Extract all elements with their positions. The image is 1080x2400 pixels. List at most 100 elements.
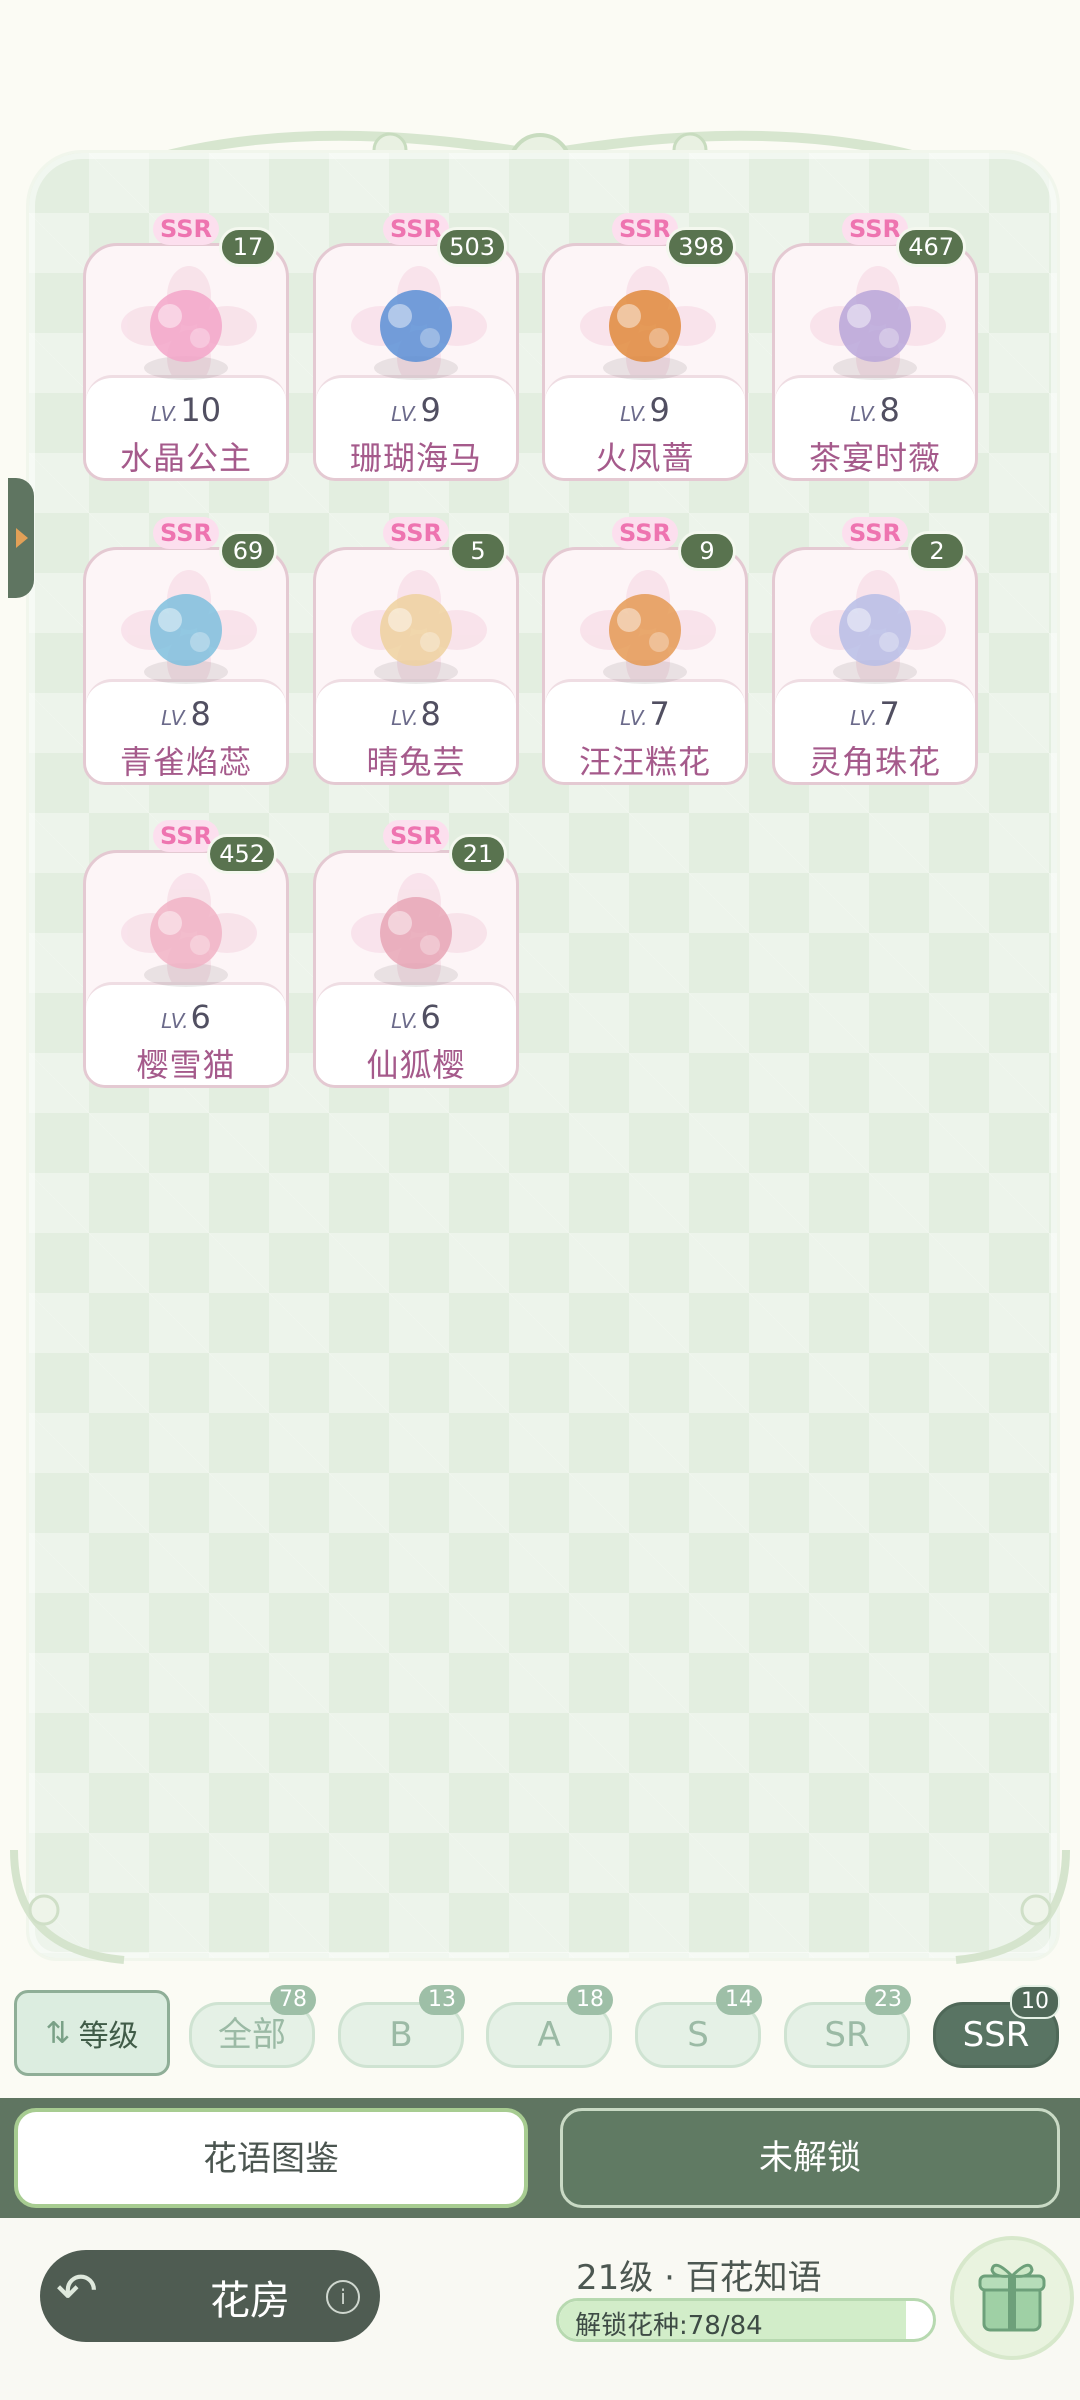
flower-card[interactable]: SSR 21 LV.6 仙狐樱: [313, 820, 519, 1090]
flower-artwork-icon: [144, 290, 228, 380]
level-prefix: LV.: [161, 1009, 189, 1033]
flower-artwork-icon: [144, 594, 228, 684]
level-label: LV.8: [772, 391, 978, 429]
level-prefix: LV.: [850, 402, 878, 426]
footer: ↶ 花房 i 21级 · 百花知语 解锁花种:78/84: [0, 2218, 1080, 2400]
info-icon[interactable]: i: [326, 2280, 360, 2314]
flower-artwork-icon: [374, 290, 458, 380]
level-prefix: LV.: [850, 706, 878, 730]
level-label: LV.7: [772, 695, 978, 733]
home-label: 花房: [210, 2278, 290, 2324]
flower-card[interactable]: SSR 9 LV.7 汪汪糕花: [542, 517, 748, 787]
home-button[interactable]: ↶ 花房 i: [40, 2250, 380, 2342]
rarity-badge: SSR: [383, 517, 449, 549]
level-prefix: LV.: [620, 402, 648, 426]
gift-box-button[interactable]: [950, 2236, 1074, 2360]
quantity-badge: 17: [219, 227, 277, 267]
filter-count-badge: 13: [419, 1985, 465, 2015]
rarity-badge: SSR: [842, 517, 908, 549]
filter-count-badge: 10: [1010, 1985, 1060, 2019]
quantity-badge: 2: [908, 531, 966, 571]
flower-card[interactable]: SSR 503 LV.9 珊瑚海马: [313, 213, 519, 483]
filter-label: B: [389, 2015, 413, 2055]
level-value: 8: [190, 695, 211, 733]
flower-artwork-icon: [833, 290, 917, 380]
tab-flower-encyclopedia[interactable]: 花语图鉴: [14, 2108, 528, 2208]
filter-pill[interactable]: 全部 78: [189, 1985, 316, 2068]
filter-pill[interactable]: B 13: [338, 1985, 465, 2068]
level-prefix: LV.: [161, 706, 189, 730]
flower-name: 晴兔芸: [366, 743, 466, 781]
filter-count-badge: 23: [865, 1985, 911, 2015]
flower-card[interactable]: SSR 5 LV.8 晴兔芸: [313, 517, 519, 787]
filter-pill[interactable]: S 14: [635, 1985, 762, 2068]
bottom-tab-bar: 花语图鉴 未解锁: [0, 2098, 1080, 2218]
rarity-badge: SSR: [153, 517, 219, 549]
quantity-badge: 9: [678, 531, 736, 571]
flower-card[interactable]: SSR 17 LV.10 水晶公主: [83, 213, 289, 483]
gift-icon: [978, 2263, 1046, 2332]
flower-name: 樱雪猫: [136, 1046, 236, 1084]
tab-locked[interactable]: 未解锁: [560, 2108, 1060, 2208]
sort-by-level-button[interactable]: ⇅ 等级: [14, 1990, 170, 2076]
quantity-badge: 503: [437, 227, 507, 267]
level-value: 7: [879, 695, 900, 733]
filter-label: SSR: [962, 2015, 1030, 2055]
progress-text: 解锁花种:78/84: [575, 2311, 763, 2341]
side-drawer-handle[interactable]: [8, 478, 34, 598]
level-prefix: LV.: [391, 1009, 419, 1033]
flower-name: 青雀焰蕊: [119, 743, 252, 781]
flower-card[interactable]: SSR 2 LV.7 灵角珠花: [772, 517, 978, 787]
filter-bar: ⇅ 等级 全部 78 B 13 A 18 S 14 SR 23 SSR 10: [0, 1980, 1080, 2080]
filter-count-badge: 14: [716, 1985, 762, 2015]
rarity-badge: SSR: [383, 820, 449, 852]
filter-pill[interactable]: SR 23: [784, 1985, 911, 2068]
level-label: LV.7: [542, 695, 748, 733]
level-value: 7: [649, 695, 670, 733]
corner-vine-decoration: [955, 1849, 1070, 1964]
level-value: 9: [420, 391, 441, 429]
flower-card[interactable]: SSR 452 LV.6 樱雪猫: [83, 820, 289, 1090]
level-label: LV.9: [313, 391, 519, 429]
flower-artwork-icon: [833, 594, 917, 684]
flower-name: 水晶公主: [119, 439, 252, 477]
rarity-badge: SSR: [612, 517, 678, 549]
level-value: 9: [649, 391, 670, 429]
level-value: 6: [190, 998, 211, 1036]
quantity-badge: 398: [666, 227, 736, 267]
flower-name: 汪汪糕花: [578, 743, 711, 781]
back-arrow-icon[interactable]: ↶: [56, 2262, 98, 2320]
quantity-badge: 467: [896, 227, 966, 267]
quantity-badge: 21: [449, 834, 507, 874]
level-title: 21级 · 百花知语: [576, 2258, 822, 2298]
flower-card[interactable]: SSR 467 LV.8 茶宴时薇: [772, 213, 978, 483]
flower-name: 仙狐樱: [366, 1046, 466, 1084]
filter-label: S: [687, 2015, 709, 2055]
flower-artwork-icon: [374, 897, 458, 987]
unlock-progress-bar: 解锁花种:78/84: [556, 2298, 936, 2342]
filter-pill[interactable]: A 18: [486, 1985, 613, 2068]
flower-card[interactable]: SSR 69 LV.8 青雀焰蕊: [83, 517, 289, 787]
level-prefix: LV.: [391, 706, 419, 730]
level-prefix: LV.: [391, 402, 419, 426]
filter-count-badge: 18: [567, 1985, 613, 2015]
level-label: LV.10: [83, 391, 289, 429]
level-value: 8: [879, 391, 900, 429]
quantity-badge: 69: [219, 531, 277, 571]
level-prefix: LV.: [620, 706, 648, 730]
rarity-badge: SSR: [153, 213, 219, 245]
level-value: 8: [420, 695, 441, 733]
filter-pill[interactable]: SSR 10: [933, 1985, 1060, 2068]
flower-artwork-icon: [603, 594, 687, 684]
flower-artwork-icon: [603, 290, 687, 380]
flower-name: 灵角珠花: [808, 743, 941, 781]
level-label: LV.8: [313, 695, 519, 733]
corner-vine-decoration: [10, 1849, 125, 1964]
quantity-badge: 5: [449, 531, 507, 571]
level-label: LV.8: [83, 695, 289, 733]
flower-artwork-icon: [374, 594, 458, 684]
filter-label: SR: [824, 2015, 870, 2055]
sort-arrows-icon: ⇅: [45, 2015, 71, 2051]
filter-label: A: [537, 2015, 561, 2055]
flower-card[interactable]: SSR 398 LV.9 火凤蔷: [542, 213, 748, 483]
